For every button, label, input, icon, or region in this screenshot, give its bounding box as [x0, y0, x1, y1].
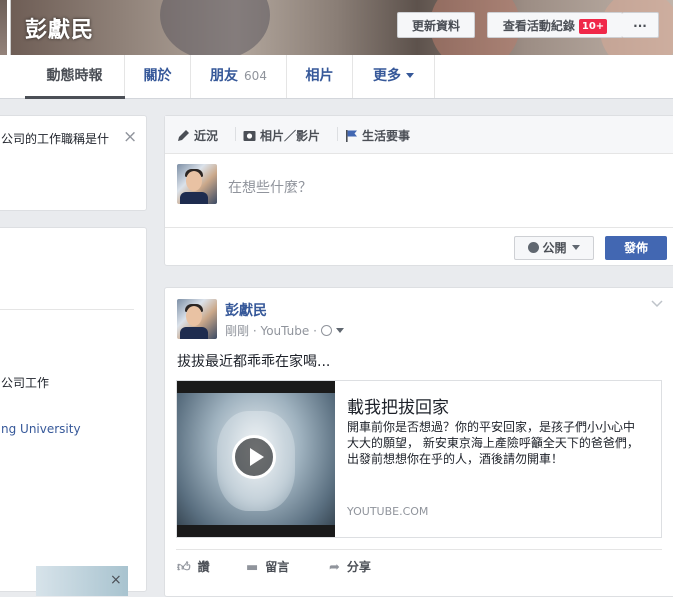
post-button[interactable]: 發佈 [605, 236, 667, 260]
thumbs-up-icon: 👍︎ [177, 560, 191, 575]
globe-icon [528, 242, 540, 253]
post-options-chevron-down-icon[interactable] [651, 297, 663, 311]
tab-photos-label: 相片 [305, 68, 334, 84]
pencil-icon [178, 130, 189, 141]
tab-timeline-label: 動態時報 [46, 68, 103, 84]
tab-friends[interactable]: 朋友 604 [191, 55, 287, 98]
camera-icon [243, 131, 256, 141]
close-icon[interactable]: × [123, 127, 137, 147]
composer-header [165, 116, 673, 154]
share-label: 分享 [346, 560, 371, 574]
globe-icon [320, 325, 332, 336]
profile-nav-bar: 動態時報 關於 朋友 604 相片 更多 [0, 55, 673, 99]
activity-log-button[interactable]: 查看活動紀錄 10+ [487, 12, 623, 38]
post-text: 拔拔最近都乖乖在家喝... [177, 354, 331, 370]
more-options-button[interactable]: ··· [622, 12, 659, 38]
link-preview-card[interactable]: 載我把拔回家 開車前你是否想過？你的平安回家，是孩子們小小心中 大大的願望， 新… [176, 380, 662, 538]
intro-school-link[interactable]: ng University [1, 422, 81, 436]
tab-about-label: 關於 [143, 68, 172, 84]
profile-prompt-card: 公司的工作職稱是什 × [0, 115, 147, 211]
privacy-selector[interactable]: 公開 [514, 236, 594, 260]
like-button[interactable]: 👍︎ 讚 [177, 558, 210, 575]
flag-icon [346, 130, 357, 142]
play-icon[interactable] [232, 435, 276, 479]
tab-about[interactable]: 關於 [125, 55, 191, 98]
composer-tab-photo[interactable]: 相片／影片 [243, 127, 320, 144]
avatar[interactable] [177, 164, 217, 204]
intro-work: 公司工作 [1, 376, 50, 390]
share-button[interactable]: ➦ 分享 [329, 558, 371, 575]
video-thumbnail[interactable] [177, 381, 335, 537]
link-domain: YOUTUBE.COM [347, 505, 429, 518]
divider [176, 549, 662, 550]
comment-button[interactable]: ▬ 留言 [246, 558, 289, 575]
activity-badge: 10+ [578, 19, 608, 34]
avatar[interactable] [177, 299, 217, 339]
composer-tab-status-label: 近況 [194, 129, 219, 143]
composer-tab-life-event-label: 生活要事 [362, 129, 411, 143]
update-info-button[interactable]: 更新資料 [397, 12, 475, 38]
tab-friends-label: 朋友 [210, 68, 239, 84]
divider [235, 127, 236, 141]
friends-count: 604 [244, 69, 267, 83]
job-title-prompt[interactable]: 公司的工作職稱是什 [1, 130, 109, 147]
comment-label: 留言 [265, 560, 290, 574]
divider [165, 227, 673, 228]
tab-photos[interactable]: 相片 [287, 55, 353, 98]
post-author[interactable]: 彭獻民 [225, 300, 267, 320]
composer-tab-photo-label: 相片／影片 [260, 129, 321, 143]
like-label: 讚 [197, 560, 210, 574]
divider [0, 309, 134, 310]
active-tab-indicator [25, 96, 125, 99]
divider [337, 127, 338, 141]
composer-tab-life-event[interactable]: 生活要事 [345, 127, 410, 144]
share-icon: ➦ [329, 560, 340, 575]
chevron-down-icon [406, 73, 414, 78]
audience-chevron-down-icon[interactable] [335, 328, 344, 333]
post-composer: 近況 相片／影片 生活要事 在想些什麼？ 公開 發佈 [164, 115, 673, 266]
composer-tab-status[interactable]: 近況 [177, 127, 218, 144]
link-description: 開車前你是否想過？你的平安回家，是孩子們小小心中 大大的願望， 新安東京海上產險… [347, 420, 639, 466]
link-title[interactable]: 載我把拔回家 [347, 393, 449, 418]
composer-input[interactable]: 在想些什麼？ [228, 177, 312, 197]
tab-more[interactable]: 更多 [353, 55, 435, 98]
chevron-down-icon [571, 245, 580, 250]
profile-name[interactable]: 彭獻民 [25, 12, 94, 44]
privacy-label: 公開 [542, 241, 567, 255]
post-meta: 剛剛 · YouTube · [225, 322, 344, 339]
cover-photo-detail [160, 0, 270, 55]
tab-more-label: 更多 [373, 68, 401, 84]
activity-log-label: 查看活動紀錄 [502, 19, 575, 33]
intro-card: 公司工作 ng University × [0, 227, 147, 596]
post-source[interactable]: YouTube [260, 324, 309, 338]
comment-icon: ▬ [246, 560, 259, 575]
tab-timeline[interactable]: 動態時報 [25, 55, 125, 99]
post-timestamp[interactable]: 剛剛 [225, 324, 249, 338]
